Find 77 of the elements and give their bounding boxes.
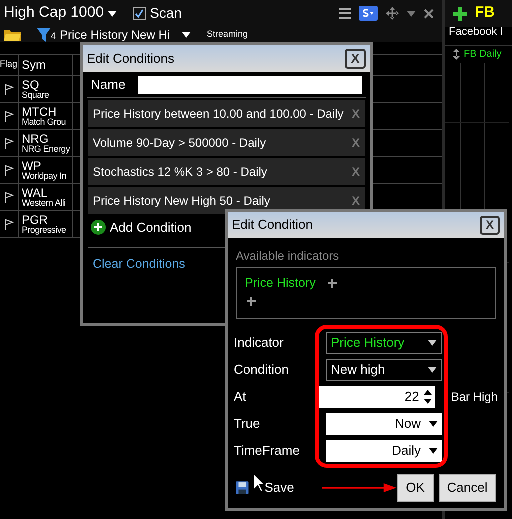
field-suffix: Bar High bbox=[451, 388, 498, 406]
save-icon[interactable] bbox=[236, 481, 249, 495]
resize-icon[interactable] bbox=[453, 49, 460, 60]
scan-label: Scan bbox=[150, 4, 182, 23]
cursor-icon bbox=[254, 474, 266, 492]
field-label: True bbox=[234, 414, 262, 433]
close-icon[interactable] bbox=[424, 8, 434, 18]
chart-label: FB Daily bbox=[464, 48, 502, 62]
plus-icon[interactable] bbox=[453, 6, 467, 20]
dialog-button[interactable]: Cancel bbox=[439, 474, 496, 502]
window-title: Edit Conditions bbox=[87, 50, 174, 68]
symbol-text: MTCH bbox=[22, 106, 58, 118]
company-text: Worldpay In bbox=[22, 172, 68, 180]
scan-checkbox[interactable] bbox=[133, 7, 146, 20]
symbol-text: WAL bbox=[22, 186, 49, 198]
dropdown[interactable]: Daily bbox=[326, 440, 442, 462]
menu-icon[interactable] bbox=[339, 8, 351, 19]
caret-icon bbox=[108, 10, 118, 16]
flag-icon[interactable] bbox=[4, 84, 14, 94]
number-field[interactable]: 22 bbox=[319, 386, 436, 408]
caret-icon bbox=[428, 340, 437, 346]
dialog-button[interactable]: OK bbox=[397, 474, 434, 502]
close-button[interactable]: X bbox=[480, 216, 500, 234]
company-name: Facebook I bbox=[448, 27, 504, 40]
company-text: Match Grou bbox=[22, 118, 68, 126]
caret-icon bbox=[182, 32, 192, 38]
filter-count: 4 bbox=[51, 32, 56, 41]
add-icon[interactable] bbox=[91, 220, 106, 235]
name-label: Name bbox=[91, 76, 126, 94]
filter-name[interactable]: Price History New Hi bbox=[60, 28, 170, 40]
spinner-arrows-icon[interactable] bbox=[423, 388, 434, 406]
caret-icon bbox=[428, 366, 437, 372]
caret-icon bbox=[429, 448, 438, 454]
s-menu-icon[interactable] bbox=[359, 6, 378, 21]
flag-icon[interactable] bbox=[4, 192, 14, 202]
symbol-text: WP bbox=[22, 160, 42, 172]
caret-icon bbox=[429, 420, 438, 426]
symbol-text: PGR bbox=[22, 214, 50, 226]
dropdown[interactable]: Now bbox=[326, 412, 442, 434]
name-field[interactable] bbox=[138, 76, 362, 94]
add-condition-link[interactable]: Add Condition bbox=[110, 218, 192, 238]
flag-icon[interactable] bbox=[4, 138, 14, 148]
dropdown[interactable]: Price History bbox=[326, 332, 442, 354]
field-label: TimeFrame bbox=[234, 442, 301, 460]
plus-icon[interactable] bbox=[328, 278, 337, 288]
field-label: Condition bbox=[234, 360, 290, 379]
company-text: Square bbox=[22, 90, 50, 100]
window-title: Edit Condition bbox=[232, 216, 313, 234]
condition-row[interactable]: Price History New High 50 - Daily X bbox=[88, 187, 365, 214]
flag-icon[interactable] bbox=[4, 164, 14, 176]
company-text: NRG Energy bbox=[22, 144, 72, 154]
close-button[interactable]: X bbox=[345, 48, 366, 68]
plus-icon[interactable] bbox=[247, 296, 256, 306]
condition-row[interactable]: Price History between 10.00 and 100.00 - Daily X bbox=[88, 100, 365, 127]
dropdown[interactable]: New high bbox=[326, 358, 442, 380]
clear-conditions-link[interactable]: Clear Conditions bbox=[93, 255, 186, 274]
section-label: Available indicators bbox=[235, 248, 340, 265]
move-icon[interactable] bbox=[386, 7, 399, 20]
field-label: At bbox=[234, 388, 248, 406]
flag-icon[interactable] bbox=[4, 218, 14, 230]
folder-icon[interactable] bbox=[4, 28, 21, 41]
condition-row[interactable]: Volume 90-Day > 500000 - Daily X bbox=[88, 129, 365, 156]
scanner-title[interactable]: High Cap 1000 bbox=[4, 2, 104, 25]
company-text: Progressive bbox=[22, 226, 68, 234]
condition-row[interactable]: Stochastics 12 %K 3 > 80 - Daily X bbox=[88, 158, 365, 185]
chart-symbol: FB bbox=[475, 3, 495, 24]
streaming-label: Streaming bbox=[207, 30, 248, 39]
company-text: Western Alli bbox=[22, 198, 67, 208]
flag-icon[interactable] bbox=[4, 110, 14, 122]
indicator-item[interactable]: Price History bbox=[245, 274, 316, 293]
column-header[interactable]: Sym bbox=[19, 55, 73, 75]
save-link[interactable]: Save bbox=[264, 478, 294, 498]
symbol-text: NRG bbox=[22, 132, 50, 144]
symbol-text: SQ bbox=[22, 78, 40, 90]
caret-icon bbox=[407, 10, 416, 16]
column-header[interactable]: Flag bbox=[0, 55, 19, 75]
field-label: Indicator bbox=[234, 334, 285, 352]
